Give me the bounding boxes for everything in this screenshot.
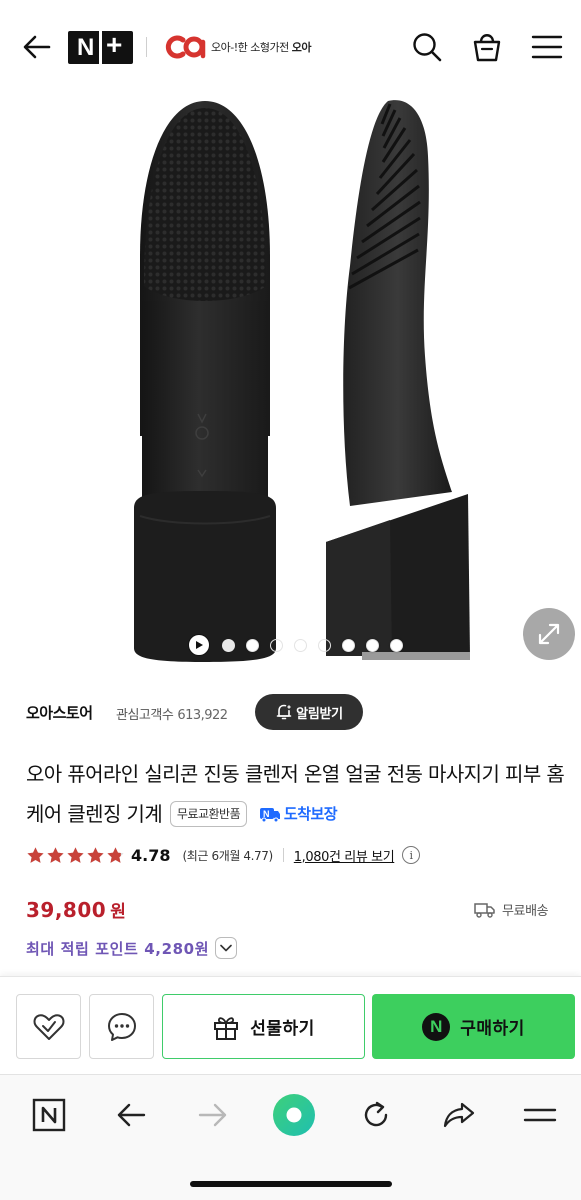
fans-count: 613,922 [177,708,228,723]
shipping-label: 무료배송 [502,904,549,919]
gallery-dot[interactable] [269,638,283,652]
green-dot-icon [273,1094,315,1136]
back-arrow-icon [117,1103,146,1127]
rating-recent: (최근 6개월 4.77) [182,848,273,863]
gift-label: 선물하기 [250,1019,315,1039]
gallery-dot[interactable] [245,638,259,652]
chevron-down-icon [220,944,232,952]
green-dot-button[interactable] [272,1093,316,1137]
home-indicator [190,1181,392,1187]
alarm-subscribe-button[interactable]: 알림받기 [255,694,363,730]
browser-forward-button[interactable] [191,1093,235,1137]
star-icon [27,846,44,863]
rating-score: 4.78 [131,845,171,865]
naver-home-icon [32,1098,66,1132]
gift-box-icon [214,1016,239,1040]
truck-icon [474,902,495,918]
share-icon [443,1102,475,1128]
rating-row: 4.78 (최근 6개월 4.77) 1,080건 리뷰 보기 i [26,844,566,866]
info-icon[interactable]: i [402,846,421,864]
shopping-bag-icon[interactable] [470,30,504,64]
gallery-dot[interactable] [221,638,235,652]
talktalk-chat-button[interactable] [89,994,154,1059]
star-rating [26,846,125,865]
shipping-info: 무료배송 [474,900,549,919]
store-name[interactable]: 오아스토어 [26,702,93,723]
free-exchange-tag[interactable]: 무료교환반품 [169,800,248,827]
gallery-dot[interactable] [389,638,403,652]
naver-home-button[interactable] [27,1093,71,1137]
buy-button[interactable]: N 구매하기 [372,994,575,1059]
points-label: 최대 적립 포인트 4,280원 [26,939,210,958]
arrival-guarantee-tag[interactable]: N 도착보장 [259,794,338,834]
back-arrow-icon[interactable] [20,30,54,64]
svg-text:N: N [263,809,269,819]
product-image-gallery[interactable] [0,96,581,678]
gallery-indicators [188,634,408,656]
rating-divider [282,848,284,862]
gallery-dot[interactable] [293,638,307,652]
price: 39,800 원 [26,897,126,922]
price-value: 39,800 [26,898,107,922]
wishlist-button[interactable] [16,994,81,1059]
search-icon[interactable] [410,30,444,64]
expand-image-button[interactable] [523,608,575,660]
star-icon [47,846,64,863]
share-button[interactable] [437,1093,481,1137]
points-info: 최대 적립 포인트 4,280원 [26,937,238,959]
browser-menu-button[interactable] [518,1093,562,1137]
fans-label: 관심고객수 [116,708,174,723]
gallery-dot[interactable] [341,638,355,652]
star-icon [107,846,124,863]
alarm-label: 알림받기 [296,706,343,722]
gift-button[interactable]: 선물하기 [162,994,365,1059]
review-link[interactable]: 1,080건 리뷰 보기 [294,846,395,865]
store-fans: 관심고객수 613,922 [116,704,228,723]
expand-arrows-icon [538,623,560,645]
star-icon [67,846,84,863]
chat-bubble-icon [107,1012,136,1041]
buy-label: 구매하기 [460,1019,525,1039]
gallery-dot[interactable] [365,638,379,652]
bell-plus-icon [276,703,293,720]
product-title-block: 오아 퓨어라인 실리콘 진동 클렌저 온열 얼굴 전동 마사지기 피부 홈케어 … [26,754,566,836]
brand-tagline: 오아-!한 소형가전 오아 [211,41,311,54]
oa-brand-logo[interactable] [163,34,207,60]
naver-pay-badge: N [422,1012,451,1041]
browser-back-button[interactable] [109,1093,153,1137]
top-header: N + 오아-!한 소형가전 오아 [0,0,581,96]
forward-arrow-icon [198,1103,227,1127]
store-row: 오아스토어 관심고객수 613,922 알림받기 [26,694,566,730]
naver-plus-logo[interactable]: N + [68,31,133,64]
arrival-label: 도착보장 [283,804,338,823]
heart-check-icon [33,1013,64,1040]
video-play-icon[interactable] [188,634,210,656]
product-image [134,100,470,662]
star-icon [87,846,104,863]
reload-icon [364,1101,388,1127]
header-divider [146,37,147,57]
delivery-truck-icon: N [259,807,280,822]
reload-button[interactable] [354,1093,398,1137]
price-unit: 원 [110,902,127,922]
points-expand-button[interactable] [215,937,238,959]
gallery-dot[interactable] [317,638,331,652]
purchase-action-bar: 선물하기 N 구매하기 [0,976,581,1074]
hamburger-menu-icon[interactable] [530,30,564,64]
menu-icon [523,1108,557,1122]
